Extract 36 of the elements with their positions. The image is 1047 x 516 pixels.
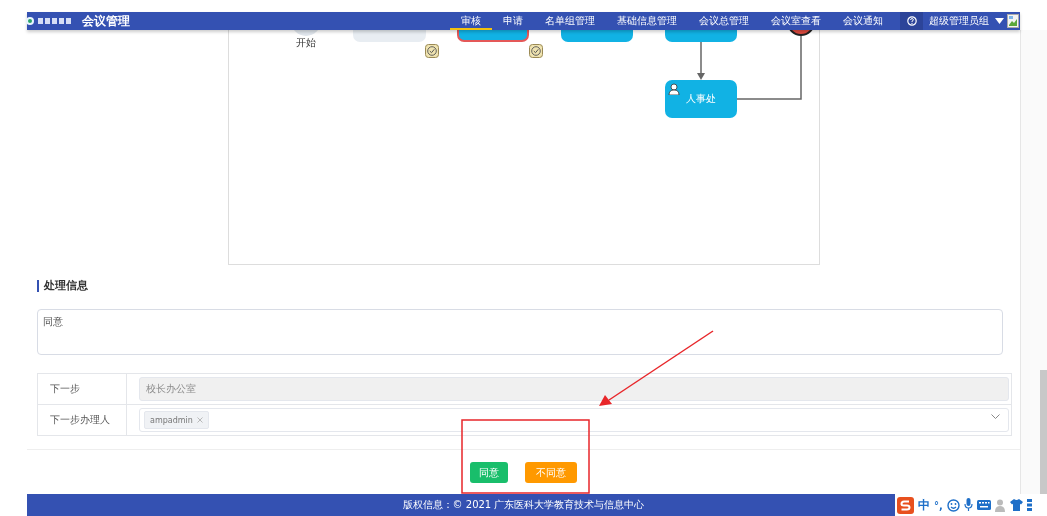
- assignee-select[interactable]: ampadmin: [139, 408, 1009, 432]
- ime-logo-icon[interactable]: [897, 496, 914, 514]
- connector-arrow: [697, 41, 705, 80]
- nav-tab[interactable]: 申请: [492, 12, 534, 30]
- nav-tab[interactable]: 会议总管理: [688, 12, 760, 30]
- nav-tab[interactable]: 名单组管理: [534, 12, 606, 30]
- copyright-text: 版权信息：© 2021 广东医科大学教育技术与信息中心: [402, 498, 645, 512]
- ime-punctuation[interactable]: °,: [934, 499, 943, 511]
- approved-check-icon: [425, 44, 439, 58]
- field-label: 下一步办理人: [38, 405, 127, 435]
- scrollbar-thumb[interactable]: [1040, 370, 1047, 494]
- smiley-icon[interactable]: [946, 498, 960, 512]
- person-icon: [668, 83, 680, 95]
- university-logotype-drawing: [38, 17, 72, 25]
- nav-tab[interactable]: 基础信息管理: [606, 12, 688, 30]
- opinion-textarea[interactable]: 同意: [37, 309, 1003, 355]
- help-icon[interactable]: [906, 16, 917, 26]
- node-label: 人事处: [686, 92, 716, 106]
- field-label: 下一步: [38, 374, 127, 404]
- keyboard-icon[interactable]: [976, 500, 991, 510]
- grid-icon[interactable]: [1026, 499, 1032, 511]
- broken-image-icon: [1007, 14, 1019, 28]
- microphone-icon[interactable]: [963, 498, 973, 512]
- tag-text: ampadmin: [150, 415, 193, 425]
- app-title: 会议管理: [82, 12, 130, 30]
- user-menu[interactable]: 超级管理员组: [929, 14, 989, 28]
- connector-line: [736, 35, 802, 100]
- approved-check-icon: [529, 44, 543, 58]
- nav-tab[interactable]: 会议室查看: [760, 12, 832, 30]
- chevron-down-icon[interactable]: [991, 414, 1000, 420]
- node-label: 开始: [296, 36, 316, 50]
- logo-icon: [26, 17, 34, 25]
- caret-icon[interactable]: [995, 18, 1004, 24]
- ime-mode[interactable]: 中: [918, 496, 930, 514]
- nav-tab[interactable]: 会议通知: [832, 12, 894, 30]
- shirt-icon[interactable]: [1009, 499, 1023, 511]
